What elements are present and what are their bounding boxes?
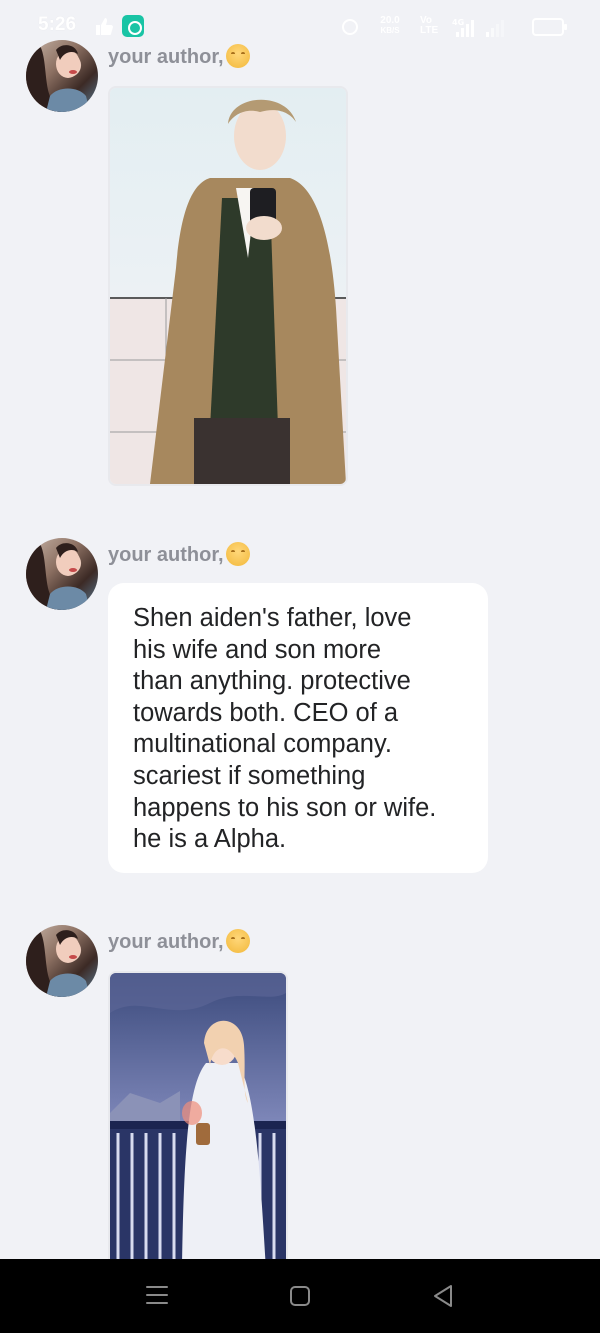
signal-icon-2 [486,20,504,37]
network-speed: 20.0 KB/S [380,15,400,36]
message-image[interactable] [108,86,348,486]
avatar[interactable] [26,538,98,610]
avatar[interactable] [26,925,98,997]
message-image[interactable] [108,971,288,1271]
message-text: Shen aiden's father, love his wife and s… [133,604,437,854]
hugging-face-icon [225,44,250,68]
battery-icon [532,18,567,36]
home-icon[interactable] [290,1286,310,1306]
hugging-face-icon [225,542,250,566]
navigation-bar [0,1259,600,1333]
menu-icon[interactable] [146,1286,168,1306]
app-notification-icon [122,15,144,37]
author-name: your author, [108,44,250,69]
hugging-face-icon [225,929,250,953]
author-name: your author, [108,929,250,954]
signal-icon: 4G [452,18,474,37]
author-name: your author, [108,542,250,567]
avatar[interactable] [26,40,98,112]
thumbs-up-icon [96,18,113,35]
alarm-icon [342,19,358,35]
svg-text:4G: 4G [452,18,464,27]
volte-label: Vo LTE [420,15,439,36]
back-icon[interactable] [432,1284,454,1308]
message-bubble[interactable]: Shen aiden's father, love his wife and s… [108,583,488,873]
status-time: 5:26 [38,14,77,35]
